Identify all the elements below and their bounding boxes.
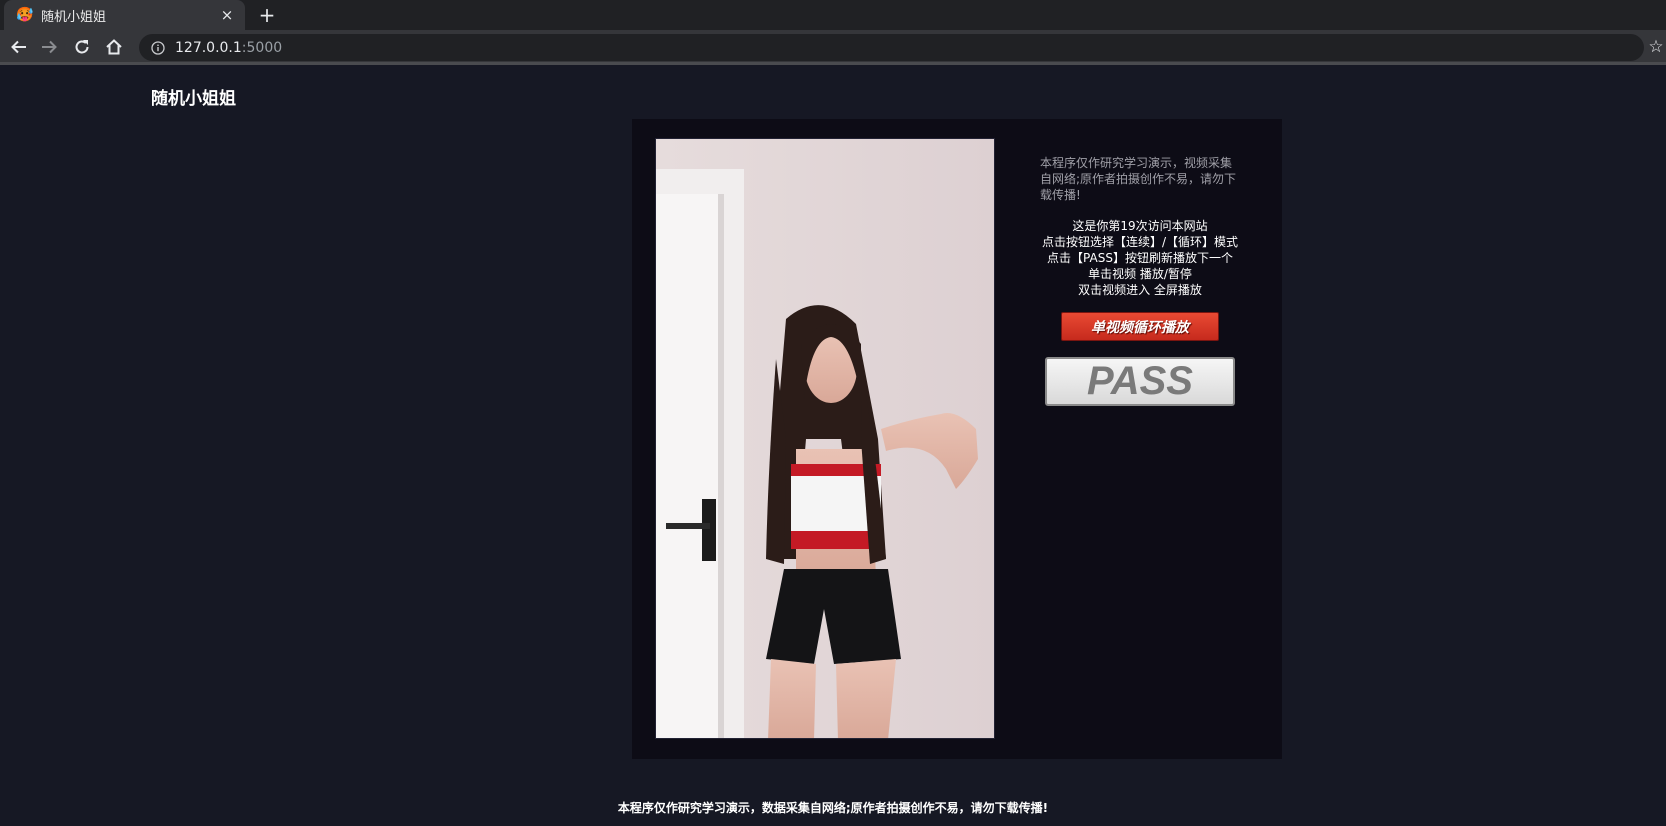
site-title: 随机小姐姐	[151, 89, 236, 109]
bookmark-star-icon[interactable]: ☆	[1645, 36, 1666, 58]
url-port: :5000	[241, 39, 283, 56]
info-icon[interactable]	[150, 40, 166, 56]
forward-button[interactable]	[37, 35, 61, 59]
instruction-click-text: 单击视频 播放/暂停	[1088, 267, 1192, 281]
pass-button[interactable]: PASS	[1045, 357, 1235, 406]
tab-title: 随机小姐姐	[41, 9, 107, 25]
instruction-pass-text: 点击【PASS】按钮刷新播放下一个	[1047, 251, 1233, 265]
browser-tab[interactable]: 🥵 随机小姐姐 ×	[4, 0, 245, 30]
back-button[interactable]	[7, 35, 31, 59]
url-host: 127.0.0.1	[175, 39, 242, 56]
reload-button[interactable]	[70, 35, 94, 59]
back-arrow-icon	[11, 40, 26, 54]
video-player[interactable]	[655, 138, 995, 739]
new-tab-button[interactable]: +	[255, 3, 279, 27]
forward-arrow-icon	[42, 40, 57, 54]
home-icon	[106, 39, 122, 55]
favicon-icon: 🥵	[16, 7, 34, 23]
browser-tab-strip: 🥵 随机小姐姐 × +	[0, 0, 1666, 30]
close-tab-icon[interactable]: ×	[217, 6, 237, 24]
reload-icon	[75, 40, 89, 54]
address-bar[interactable]: 127.0.0.1:5000	[139, 34, 1644, 61]
footer-disclaimer: 本程序仅作研究学习演示，数据采集自网络;原作者拍摄创作不易，请勿下载传播!	[617, 801, 1049, 815]
video-frame-icon	[656, 139, 994, 738]
browser-toolbar: 127.0.0.1:5000 ☆	[0, 30, 1666, 65]
instructions: 这是你第19次访问本网站 点击按钮选择【连续】/【循环】模式 点击【PASS】按…	[1030, 218, 1250, 298]
side-panel: 本程序仅作研究学习演示，视频采集自网络;原作者拍摄创作不易，请勿下载传播!	[1040, 155, 1240, 203]
disclaimer-text: 本程序仅作研究学习演示，视频采集自网络;原作者拍摄创作不易，请勿下载传播!	[1040, 156, 1237, 202]
home-button[interactable]	[102, 35, 126, 59]
loop-mode-button[interactable]: 单视频循环播放	[1061, 312, 1219, 341]
visit-count-text: 这是你第19次访问本网站	[1072, 219, 1208, 233]
instruction-dblclick-text: 双击视频进入 全屏播放	[1078, 283, 1202, 297]
instruction-mode-text: 点击按钮选择【连续】/【循环】模式	[1041, 235, 1239, 249]
